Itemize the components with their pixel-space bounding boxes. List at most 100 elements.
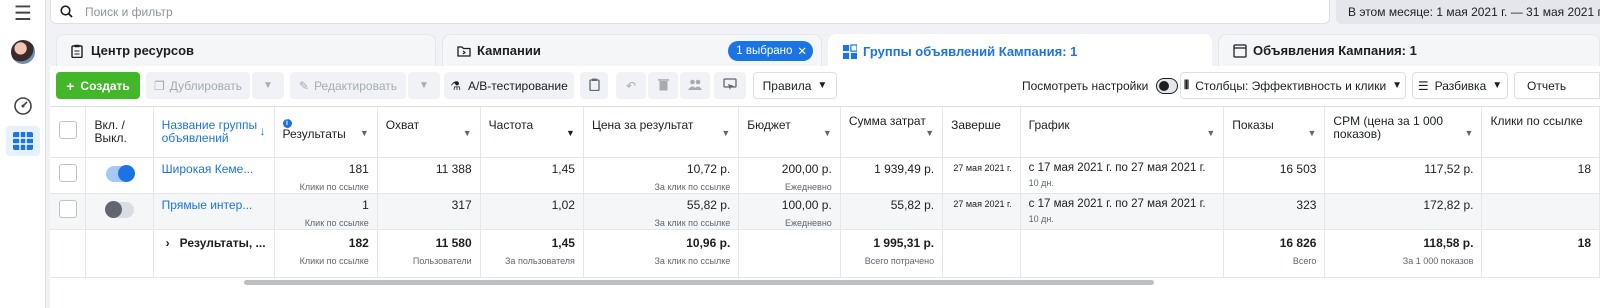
column-impressions-label: Показы: [1232, 118, 1274, 132]
date-range-picker[interactable]: В этом месяце: 1 мая 2021 г. — 31 мая 20…: [1336, 0, 1600, 24]
column-ends[interactable]: Заверше: [942, 107, 1021, 158]
reports-label: Отчеть: [1527, 78, 1567, 93]
selected-count-badge[interactable]: 1 выбрано ✕: [728, 41, 813, 61]
caret-down-icon: ▼: [817, 80, 828, 91]
column-cost-per-result[interactable]: Цена за результат ▼: [583, 107, 740, 158]
tab-resource-center[interactable]: Центр ресурсов: [56, 34, 436, 66]
ad-set-name-link[interactable]: Широкая Кеме...: [162, 162, 254, 176]
breakdown-dropdown[interactable]: ☰ Разбивка ▼: [1412, 72, 1508, 99]
create-button[interactable]: + Создать: [56, 72, 140, 99]
edit-dropdown-button[interactable]: ▼: [408, 72, 440, 99]
end-date-value: 27 мая 2021 г.: [953, 198, 1012, 209]
cpr-sub: За клик по ссылке: [654, 181, 731, 192]
totals-label: Результаты, ...: [179, 235, 266, 250]
close-icon[interactable]: ✕: [797, 44, 807, 58]
audience-button[interactable]: [680, 72, 710, 99]
expand-chevron-icon[interactable]: ›: [166, 236, 170, 250]
results-value: 181: [348, 161, 369, 176]
select-all-header: [50, 107, 87, 158]
cpm-value: 117,52 р.: [1424, 161, 1474, 176]
avatar[interactable]: [0, 38, 46, 66]
left-navigation-rail: ☰: [0, 0, 46, 308]
duplicate-icon: ❐: [153, 78, 165, 93]
budget-sub: Ежедневно: [784, 181, 832, 192]
search-input[interactable]: Поиск и фильтр: [85, 5, 173, 19]
cpm-value: 172,82 р.: [1423, 197, 1474, 212]
ad-set-name-link[interactable]: Прямые интер...: [162, 198, 253, 212]
search-filter-bar[interactable]: Поиск и фильтр: [50, 0, 1330, 24]
column-impressions[interactable]: Показы ▼: [1223, 107, 1326, 158]
toggle-switch[interactable]: [1156, 77, 1178, 94]
sort-icon[interactable]: ▼: [1308, 127, 1317, 140]
duplicate-button[interactable]: ❐ Дублировать: [146, 72, 250, 99]
ab-test-button[interactable]: ⚗ A/B-тестирование: [444, 72, 574, 99]
column-schedule-label: График: [1028, 118, 1070, 132]
toolbar: + Создать ❐ Дублировать ▼ ✎ Редактироват…: [56, 72, 1600, 100]
column-name[interactable]: Название группы объявлений ↓: [153, 107, 275, 158]
sort-icon[interactable]: ▼: [925, 127, 934, 140]
sort-icon[interactable]: ▼: [721, 127, 730, 140]
budget-value[interactable]: 200,00 р.: [782, 162, 832, 176]
plus-icon: +: [66, 77, 75, 94]
view-settings-toggle[interactable]: Посмотреть настройки: [1022, 72, 1178, 99]
column-ends-label: Заверше: [951, 118, 1001, 132]
edit-button[interactable]: ✎ Редактировать: [290, 72, 406, 99]
column-results[interactable]: i Результаты ▼: [274, 107, 378, 158]
cpr-value: 55,82 р.: [686, 197, 731, 212]
schedule-sub: 10 дн.: [1028, 213, 1054, 224]
badge-label: 1 выбрано: [736, 45, 793, 57]
delivery-toggle-on[interactable]: [105, 164, 135, 182]
clipboard-button[interactable]: [580, 72, 608, 99]
tab-ads[interactable]: Объявления Кампания: 1: [1218, 34, 1600, 66]
gauge-icon[interactable]: [0, 94, 46, 118]
total-reach: 11 580: [435, 235, 472, 250]
sort-icon[interactable]: ▼: [1465, 127, 1474, 140]
delete-button[interactable]: [648, 72, 678, 99]
duplicate-dropdown-button[interactable]: ▼: [252, 72, 284, 99]
columns-label: Столбцы: Эффективность и клики: [1195, 78, 1387, 93]
table-row[interactable]: Прямые интер... 1 Клик по ссылке 317 1,02…: [50, 193, 1600, 230]
preview-button[interactable]: [714, 72, 746, 99]
tab-ad-sets[interactable]: Группы объявлений Кампания: 1: [828, 34, 1212, 68]
total-results: 182: [348, 235, 369, 250]
columns-dropdown[interactable]: ⦀ Столбцы: Эффективность и клики ▼: [1180, 72, 1406, 99]
column-budget[interactable]: Бюджет ▼: [738, 107, 841, 158]
column-cpm[interactable]: CPM (цена за 1 000 показов) ▼: [1324, 107, 1483, 158]
ad-sets-grid-icon: [843, 43, 857, 59]
sort-icon[interactable]: ▼: [1206, 127, 1215, 140]
column-frequency[interactable]: Частота ▼: [480, 107, 584, 158]
column-onoff[interactable]: Вкл. / Выкл.: [85, 107, 154, 158]
table-row[interactable]: Широкая Кеме... 181 Клики по ссылке 11 38…: [50, 157, 1600, 194]
sort-icon[interactable]: ▼: [566, 127, 575, 140]
rules-dropdown[interactable]: Правила ▼: [753, 72, 837, 99]
spent-value: 55,82 р.: [890, 197, 935, 212]
tab-campaigns[interactable]: Кампании 1 выбрано ✕: [442, 34, 822, 66]
total-spent-sub: Всего потрачено: [864, 255, 935, 266]
view-settings-label: Посмотреть настройки: [1022, 78, 1149, 93]
spent-value: 1 939,49 р.: [874, 161, 935, 176]
column-reach[interactable]: Охват ▼: [377, 107, 481, 158]
sort-icon[interactable]: ▼: [360, 127, 369, 140]
clipboard-icon: [588, 78, 600, 94]
column-amount-spent[interactable]: Сумма затрат ▼: [840, 107, 944, 158]
undo-button[interactable]: ↶: [616, 72, 646, 99]
column-frequency-label: Частота: [488, 118, 534, 132]
ads-manager-table-icon[interactable]: [6, 126, 40, 156]
cpr-value: 10,72 р.: [686, 161, 731, 176]
schedule-value: с 17 мая 2021 г. по 27 мая 2021 г.: [1028, 197, 1206, 210]
row-checkbox[interactable]: [58, 163, 77, 182]
sort-icon[interactable]: ▼: [463, 127, 472, 140]
horizontal-scrollbar[interactable]: [244, 280, 1154, 285]
budget-value[interactable]: 100,00 р.: [782, 198, 832, 212]
reports-button[interactable]: Отчеть: [1514, 72, 1600, 99]
column-link-clicks[interactable]: Клики по ссылке: [1481, 107, 1600, 158]
delivery-toggle-off[interactable]: [104, 200, 134, 218]
row-checkbox[interactable]: [58, 199, 77, 218]
column-schedule[interactable]: График ▼: [1020, 107, 1225, 158]
preview-icon: [723, 77, 737, 94]
sort-icon[interactable]: ▼: [823, 127, 832, 140]
select-all-checkbox[interactable]: [58, 121, 77, 139]
sort-descending-icon[interactable]: ↓: [260, 125, 266, 138]
menu-icon[interactable]: ☰: [0, 1, 46, 25]
total-cpm-sub: За 1 000 показов: [1402, 255, 1474, 266]
